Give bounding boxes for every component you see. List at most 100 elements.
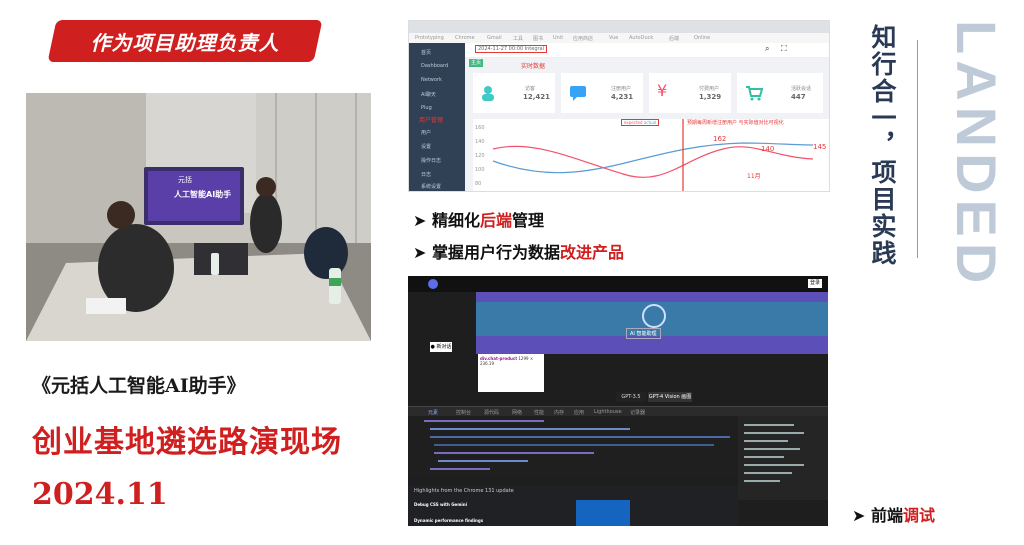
devtools-tab[interactable]: 网络 — [512, 409, 522, 416]
stat-label: 付费用户 — [699, 86, 720, 92]
login-button[interactable]: 登录 — [808, 279, 822, 288]
bookmark-item[interactable]: 图书 — [533, 35, 543, 42]
banner-text: 作为项目助理负责人 — [90, 30, 280, 55]
sidebar-item[interactable]: Plug — [421, 105, 432, 111]
sidebar-item[interactable]: 设置 — [421, 143, 431, 150]
bullet-text: 掌握用户行为数据 — [431, 243, 560, 262]
devtools-tab[interactable]: 性能 — [534, 409, 544, 416]
bullet-backend: ➤ 精细化后端管理 — [413, 207, 544, 231]
devtools-tab[interactable]: 内存 — [554, 409, 564, 416]
role-banner: 作为项目助理负责人 — [47, 20, 323, 62]
devtools-tab[interactable]: 应用 — [574, 409, 584, 416]
devtools-tab[interactable]: 记录器 — [630, 409, 645, 416]
sidebar-item[interactable]: 日志 — [421, 171, 431, 178]
model-tab-gpt4[interactable]: GPT-4 Vision 画图 — [648, 392, 692, 402]
bookmark-item[interactable]: 工具 — [513, 35, 523, 42]
stat-card[interactable]: 注册用户 4,231 — [561, 73, 643, 113]
bookmark-item[interactable]: 后端 — [669, 35, 679, 42]
bullet-frontend: ➤ 前端调试 — [852, 502, 935, 526]
hero-banner: AI 智能助理 — [476, 292, 828, 354]
feature-thumbnail — [576, 500, 630, 526]
bullet-highlight: 改进产品 — [560, 243, 625, 262]
cart-icon — [746, 86, 763, 101]
tab-home[interactable]: 主页 — [469, 59, 483, 67]
section-title: 知行合一，项目实践 — [868, 24, 897, 267]
month-label: 11月 — [747, 173, 761, 180]
stat-label: 活跃会话 — [791, 86, 812, 92]
search-icon[interactable]: ⌕ — [765, 44, 769, 54]
point-label: 145 — [813, 143, 827, 151]
sidebar-item[interactable]: 首页 — [421, 49, 431, 56]
stat-value: 12,421 — [523, 93, 551, 101]
console-drawer: Highlights from the Chrome 131 update De… — [408, 486, 738, 526]
sidebar-item[interactable]: 操作日志 — [421, 157, 441, 164]
new-chat-button[interactable]: ● 新对话 — [430, 342, 452, 352]
point-label: 140 — [761, 145, 775, 153]
arrow-icon: ➤ — [413, 243, 432, 262]
photo-scene — [26, 93, 371, 341]
sidebar-item[interactable]: Dashboard — [421, 63, 448, 69]
event-name: 《元括人工智能AI助手》 — [32, 375, 246, 397]
bookmark-item[interactable]: Gmail — [487, 35, 502, 41]
devtools-tab[interactable]: Lighthouse — [594, 409, 622, 415]
admin-navbar: 2024-11-27 00:00 Integral ⌕ ⛶ — [465, 43, 829, 58]
divider-line — [917, 40, 918, 258]
bullet-text: 管理 — [512, 211, 545, 230]
money-icon: ¥ — [657, 81, 668, 100]
stat-label: 访客 — [525, 86, 536, 92]
sidebar-item[interactable]: 用户 — [421, 129, 431, 136]
elements-panel — [408, 416, 738, 478]
legend-expected: expected — [624, 120, 643, 125]
stat-card[interactable]: ¥ 付费用户 1,329 — [649, 73, 731, 113]
styles-panel — [738, 416, 828, 500]
admin-sidebar: 首页 Dashboard Network AI聊天 Plug 用户管理 用户 设… — [409, 43, 465, 191]
sidebar-annotation: 用户管理 — [419, 117, 444, 124]
stat-label: 注册用户 — [611, 86, 632, 92]
console-hint: Highlights from the Chrome 131 update — [414, 488, 514, 494]
fullscreen-icon[interactable]: ⛶ — [781, 44, 787, 54]
bookmark-item[interactable]: 应用商店 — [573, 35, 593, 42]
console-item[interactable]: Debug CSS with Gemini — [414, 502, 467, 507]
roadshow-photo: 元括 人工智能AI助手 — [26, 93, 371, 341]
model-tab-gpt35[interactable]: GPT-3.5 — [616, 392, 646, 402]
sidebar-item[interactable]: 系统设置 — [421, 183, 441, 190]
bookmark-item[interactable]: Online — [694, 35, 710, 41]
realtime-label: 实时数据 — [521, 63, 546, 70]
landed-watermark: LANDED — [945, 20, 1008, 290]
y-tick: 120 — [475, 153, 485, 159]
devtools-tab[interactable]: 源代码 — [484, 409, 499, 416]
admin-dashboard-screenshot: Prototyping Chrome Gmail 工具 图书 Unit 应用商店… — [408, 20, 830, 192]
devtools-tab[interactable]: 控制台 — [456, 409, 471, 416]
sidebar-item[interactable]: Network — [421, 77, 442, 83]
chart-legend: expected actual — [621, 119, 660, 126]
bookmark-item[interactable]: Chrome — [455, 35, 475, 41]
bullet-highlight: 调试 — [903, 506, 936, 525]
bookmark-item[interactable]: Prototyping — [415, 35, 444, 41]
stat-card[interactable]: 访客 12,421 — [473, 73, 555, 113]
app-header: 登录 — [408, 276, 828, 292]
bullet-text: 精细化 — [431, 211, 480, 230]
bookmark-item[interactable]: Unit — [553, 35, 563, 41]
bookmark-item[interactable]: AutoDuck — [629, 35, 653, 41]
screen-title-line1: 元括 — [178, 176, 192, 184]
legend-actual: actual — [643, 120, 657, 125]
sidebar-item[interactable]: AI聊天 — [421, 91, 436, 98]
console-item[interactable]: Dynamic performance findings — [414, 518, 483, 523]
devtools-tab[interactable]: 元素 — [428, 409, 438, 416]
browser-topbar — [409, 21, 829, 33]
y-tick: 160 — [475, 125, 485, 131]
stat-card[interactable]: 活跃会话 447 — [737, 73, 823, 113]
line-chart-panel: 160 140 120 100 80 expected actual 预期每周新… — [473, 119, 829, 191]
inspect-tooltip: div.chat-product 1299 × 236.19 — [478, 354, 544, 392]
stat-value: 447 — [791, 93, 806, 101]
dom-tree-lines — [424, 420, 730, 470]
hero-button[interactable]: AI 智能助理 — [626, 328, 661, 339]
stat-value: 1,329 — [699, 93, 722, 101]
devtools-screenshot: 登录 AI 智能助理 ● 新对话 div.chat-product 1299 ×… — [408, 276, 828, 526]
people-icon — [482, 86, 494, 101]
bookmark-item[interactable]: Vue — [609, 35, 618, 41]
y-tick: 80 — [475, 181, 482, 187]
arrow-icon: ➤ — [413, 211, 432, 230]
arrow-icon: ➤ — [852, 506, 871, 525]
bullet-text: 前端 — [870, 506, 903, 525]
